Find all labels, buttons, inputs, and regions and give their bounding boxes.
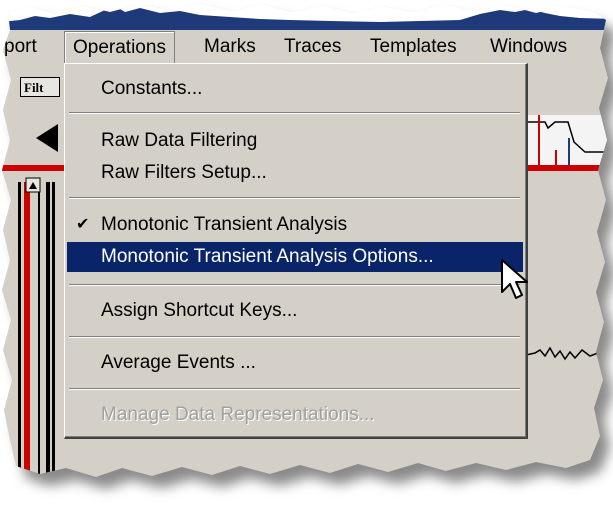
menu-separator <box>69 336 520 338</box>
menu-item-label: Raw Filters Setup... <box>101 162 267 183</box>
menu-item-average-events[interactable]: Average Events ... <box>67 348 523 378</box>
menu-separator <box>69 197 520 199</box>
mouse-cursor-icon <box>500 258 530 302</box>
menu-item-manage-data-representations: Manage Data Representations... <box>67 400 523 430</box>
menu-templates[interactable]: Templates <box>370 36 457 58</box>
menu-import[interactable]: port <box>4 36 37 58</box>
menu-separator <box>69 388 520 390</box>
menu-bar: port Operations Marks Traces Templates W… <box>0 30 613 64</box>
menu-item-constants[interactable]: Constants... <box>67 74 523 104</box>
operations-dropdown: Constants... Raw Data Filtering Raw Filt… <box>64 63 528 439</box>
checkmark-icon: ✔ <box>76 216 90 233</box>
menu-item-label: Raw Data Filtering <box>101 130 258 151</box>
menu-item-assign-shortcut-keys[interactable]: Assign Shortcut Keys... <box>67 296 523 326</box>
menu-item-label: Average Events ... <box>101 352 256 373</box>
menu-item-monotonic-transient-analysis[interactable]: ✔ Monotonic Transient Analysis <box>67 210 523 240</box>
menu-traces[interactable]: Traces <box>284 36 341 58</box>
menu-item-label: Monotonic Transient Analysis Options... <box>101 246 434 267</box>
menu-item-raw-data-filtering[interactable]: Raw Data Filtering <box>67 126 523 156</box>
menu-separator <box>69 284 520 286</box>
menu-item-raw-filters-setup[interactable]: Raw Filters Setup... <box>67 158 523 188</box>
menu-item-label: Assign Shortcut Keys... <box>101 300 298 321</box>
menu-item-label: Manage Data Representations... <box>101 404 375 425</box>
menu-marks[interactable]: Marks <box>204 36 256 58</box>
screenshot-clip: port Operations Marks Traces Templates W… <box>0 0 613 519</box>
menu-item-monotonic-transient-analysis-options[interactable]: Monotonic Transient Analysis Options... <box>67 242 523 272</box>
menu-windows[interactable]: Windows <box>490 36 567 58</box>
menu-item-label: Monotonic Transient Analysis <box>101 214 348 235</box>
menu-separator <box>69 112 520 114</box>
screenshot-stage: port Operations Marks Traces Templates W… <box>0 0 613 519</box>
menu-item-label: Constants... <box>101 78 203 99</box>
